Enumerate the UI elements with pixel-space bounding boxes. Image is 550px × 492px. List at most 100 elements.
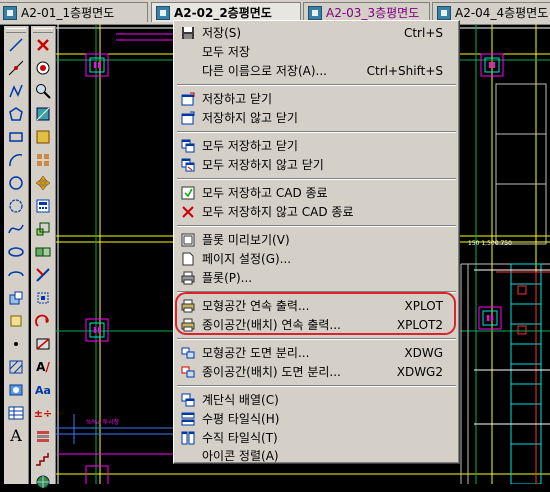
menu-item-label: 계단식 배열(C) <box>202 393 279 407</box>
menu-item-label: 페이지 설정(G)... <box>202 252 292 266</box>
menu-separator <box>177 131 456 133</box>
menu-item-label: 플롯 미리보기(V) <box>202 233 290 247</box>
dimension-label: 150 1,500 750 <box>468 240 512 247</box>
floppy-icon <box>180 25 196 41</box>
make-block-icon[interactable] <box>6 311 26 331</box>
tab-label: A2-03_3층평면도 <box>326 6 420 20</box>
menu-separator <box>177 385 456 387</box>
dim-text-icon[interactable]: A / <box>33 357 53 377</box>
toolbar-grip[interactable] <box>33 28 53 33</box>
menu-item-plot-preview[interactable]: 플롯 미리보기(V) <box>176 230 457 249</box>
drawing-file-icon <box>156 5 170 20</box>
menu-item-paper-split-drawing[interactable]: 종이공간(배치) 도면 분리... XDWG2 <box>176 362 457 381</box>
table-icon[interactable] <box>6 403 26 423</box>
stairs-icon[interactable] <box>33 449 53 469</box>
circle-icon[interactable] <box>6 173 26 193</box>
drawing-file-icon <box>437 5 451 20</box>
modify-toolbar: A / Aa ±÷ <box>31 26 56 489</box>
polygon-icon[interactable] <box>6 104 26 124</box>
menu-item-shortcut: XDWG <box>404 345 443 360</box>
menu-item-arrange-icons[interactable]: 아이콘 정렬(A) <box>176 447 457 464</box>
tab-a2-03[interactable]: A2-03_3층평면도 <box>303 2 430 22</box>
array-icon[interactable] <box>33 150 53 170</box>
globe-icon[interactable] <box>33 472 53 492</box>
trim-icon[interactable] <box>33 265 53 285</box>
menu-item-save-all-exit-cad[interactable]: 모두 저장하고 CAD 종료 <box>176 183 457 202</box>
menu-item-exit-cad-without-save[interactable]: 모두 저장하지 않고 CAD 종료 <box>176 202 457 221</box>
mirror-icon[interactable] <box>33 104 53 124</box>
menu-item-save-as[interactable]: 다른 이름으로 저장(A)... Ctrl+Shift+S <box>176 61 457 80</box>
menu-item-label: 저장(S) <box>202 26 242 40</box>
menu-item-page-setup[interactable]: 페이지 설정(G)... <box>176 249 457 268</box>
menu-item-label: 저장하고 닫기 <box>202 92 273 106</box>
erase-icon[interactable] <box>33 35 53 55</box>
menu-item-label: 저장하지 않고 닫기 <box>202 111 298 125</box>
tab-a2-04[interactable]: A2-04_4층평면도 <box>432 2 550 22</box>
polyline-icon[interactable] <box>6 81 26 101</box>
construction-line-icon[interactable] <box>6 58 26 78</box>
menu-item-save-all[interactable]: 모두 저장 <box>176 42 457 61</box>
tab-label: A2-02_2층평면도 <box>174 6 272 20</box>
menu-item-close-all-without-save[interactable]: 모두 저장하지 않고 닫기 <box>176 155 457 174</box>
file-menu-dropdown: 저장(S) Ctrl+S 모두 저장 다른 이름으로 저장(A)... Ctrl… <box>173 20 460 464</box>
menu-item-plot[interactable]: 플롯(P)... <box>176 268 457 287</box>
menu-item-save-and-close[interactable]: 저장하고 닫기 <box>176 89 457 108</box>
menu-item-label: 모두 저장하고 CAD 종료 <box>202 186 328 200</box>
menu-separator <box>177 178 456 180</box>
extend-icon[interactable] <box>33 288 53 308</box>
multiply-icon[interactable]: ±÷ <box>33 403 53 423</box>
revision-cloud-icon[interactable] <box>6 196 26 216</box>
stretch-icon[interactable] <box>33 242 53 262</box>
menu-item-cascade[interactable]: 계단식 배열(C) <box>176 390 457 409</box>
page-icon <box>180 251 196 267</box>
arc-icon[interactable] <box>6 150 26 170</box>
ellipse-icon[interactable] <box>6 242 26 262</box>
menu-item-save-all-close[interactable]: 모두 저장하고 닫기 <box>176 136 457 155</box>
menu-separator <box>177 338 456 340</box>
tab-a2-02[interactable]: A2-02_2층평면도 <box>151 2 301 22</box>
draw-toolbar: A <box>4 26 29 484</box>
insert-block-icon[interactable] <box>6 288 26 308</box>
offset-icon[interactable] <box>33 127 53 147</box>
scale-icon[interactable] <box>33 219 53 239</box>
text-style-icon[interactable]: Aa <box>33 380 53 400</box>
region-icon[interactable] <box>6 380 26 400</box>
ellipse-arc-icon[interactable] <box>6 265 26 285</box>
text-icon[interactable]: A <box>6 426 26 446</box>
tab-a2-01[interactable]: A2-01_1층평면도 <box>0 2 148 22</box>
line-icon[interactable] <box>6 35 26 55</box>
menu-item-label: 모두 저장 <box>202 45 250 59</box>
menu-item-label: 모두 저장하고 닫기 <box>202 139 298 153</box>
printer-icon <box>180 270 196 286</box>
break-icon[interactable] <box>33 311 53 331</box>
menu-item-tile-vertical[interactable]: 수직 타일식(T) <box>176 428 457 447</box>
calculator-icon[interactable] <box>33 196 53 216</box>
close-all-nosave-icon <box>180 157 196 173</box>
copy-icon[interactable] <box>33 58 53 78</box>
save-exit-icon <box>180 185 196 201</box>
rectangle-icon[interactable] <box>6 127 26 147</box>
tile-horizontal-icon <box>180 411 196 427</box>
menu-item-shortcut: Ctrl+Shift+S <box>366 63 443 78</box>
menu-item-save[interactable]: 저장(S) Ctrl+S <box>176 23 457 42</box>
menu-item-label: 플롯(P)... <box>202 271 253 285</box>
toolbar-grip[interactable] <box>6 28 26 33</box>
menu-item-close-without-save[interactable]: 저장하지 않고 닫기 <box>176 108 457 127</box>
layer-icon[interactable] <box>33 426 53 446</box>
menu-item-shortcut: Ctrl+S <box>403 25 443 40</box>
move-icon[interactable] <box>33 173 53 193</box>
zoom-icon[interactable] <box>33 81 53 101</box>
menu-separator <box>177 84 456 86</box>
spline-icon[interactable] <box>6 219 26 239</box>
chamfer-icon[interactable] <box>33 334 53 354</box>
menu-item-model-split-drawing[interactable]: 모형공간 도면 분리... XDWG <box>176 343 457 362</box>
menu-item-shortcut: XDWG2 <box>396 364 443 379</box>
menu-item-label: 다른 이름으로 저장(A)... <box>202 64 327 78</box>
hatch-icon[interactable] <box>6 357 26 377</box>
drawing-file-icon <box>308 5 322 20</box>
point-icon[interactable] <box>6 334 26 354</box>
close-nosave-icon <box>180 110 196 126</box>
menu-item-tile-horizontal[interactable]: 수평 타일식(H) <box>176 409 457 428</box>
blank-icon <box>180 448 196 464</box>
annotation-text: %%c 투시창 <box>86 418 120 426</box>
